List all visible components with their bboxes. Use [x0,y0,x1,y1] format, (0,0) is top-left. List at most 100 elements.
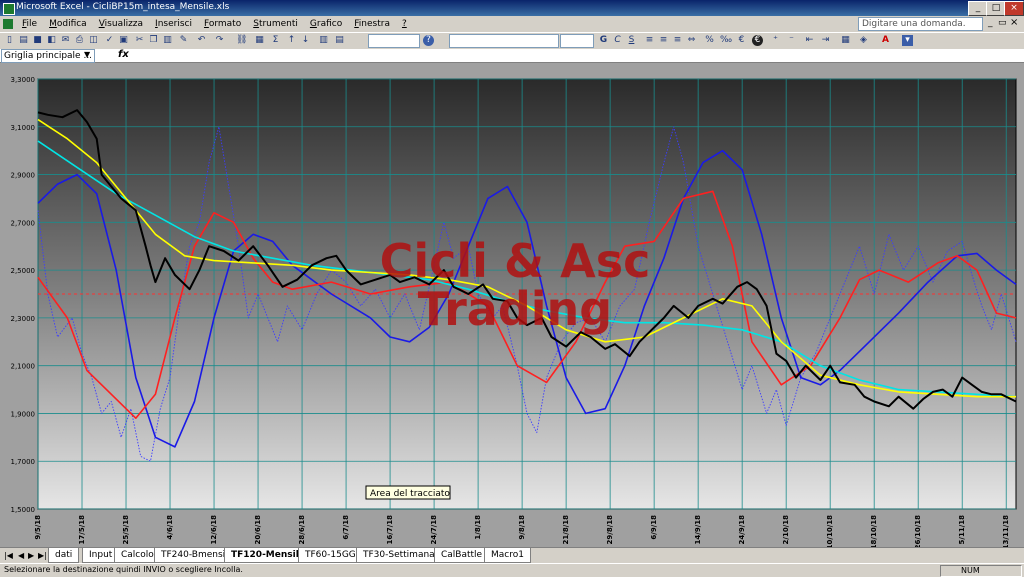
menu-item-key: G [309,19,317,29]
format-painter-icon[interactable]: ✎ [178,35,189,46]
sheet-tab-5[interactable]: TF60-15GG [298,548,363,563]
first-sheet-icon[interactable]: |◀ [4,551,13,560]
undo-icon[interactable]: ↶ [196,35,207,46]
name-box[interactable]: Griglia principale ... [1,49,95,63]
sheet-tab-0[interactable]: dati [48,548,80,563]
font-name-select[interactable] [449,34,559,48]
thousands-icon[interactable]: ‰ [720,35,732,46]
minimize-button[interactable]: _ [968,1,988,16]
menu-item-8[interactable]: ? [396,16,413,32]
print-icon[interactable]: ⎙ [74,35,85,46]
menu-item-6[interactable]: Grafico [304,16,348,32]
menu-item-2[interactable]: Visualizza [93,16,149,32]
percent-icon[interactable]: % [704,35,715,46]
hyperlink-icon[interactable]: ⛓ [236,35,247,46]
doc-minimize-icon[interactable]: _ [988,18,993,28]
toolbar-options-icon[interactable]: ▾ [902,35,913,46]
menu-item-1[interactable]: Modifica [43,16,93,32]
autosum-icon[interactable]: Σ [270,35,281,46]
line-chart[interactable]: 3,3000 3,1000 2,9000 2,7000 2,5000 2,3000 2,10… [0,63,1024,549]
copy-icon[interactable]: ❐ [148,35,159,46]
menu-item-label: inestra [358,19,390,29]
plot-area-tooltip: Area del tracciato [365,485,451,500]
menu-items: File Modifica Visualizza Inserisci Formato St… [16,16,413,32]
chart-type-icon[interactable]: ▥ [318,35,329,46]
x-tick-label: 26/10/18 [914,515,922,547]
menu-item-0[interactable]: File [16,16,43,32]
x-tick-label: 17/5/18 [78,515,86,545]
doc-restore-icon[interactable]: ▭ [998,18,1007,28]
underline-icon[interactable]: S [626,35,637,46]
fx-icon[interactable]: fx [118,49,129,60]
drawing-icon[interactable]: ▤ [334,35,345,46]
close-button[interactable]: × [1004,1,1024,16]
borders-icon[interactable]: ▦ [840,35,851,46]
email-icon[interactable]: ✉ [60,35,71,46]
help-question-input[interactable]: Digitare una domanda. [858,17,983,31]
permission-icon[interactable]: ◧ [46,35,57,46]
x-tick-label: 13/11/18 [1002,515,1010,547]
redo-icon[interactable]: ↷ [214,35,225,46]
y-tick-label: 2,1000 [11,363,36,371]
increase-indent-icon[interactable]: ⇥ [820,35,831,46]
last-sheet-icon[interactable]: ▶| [38,551,47,560]
x-tick-label: 21/8/18 [562,515,570,545]
menu-item-3[interactable]: Inserisci [149,16,198,32]
research-icon[interactable]: ▣ [118,35,129,46]
menu-item-5[interactable]: Strumenti [247,16,304,32]
y-tick-label: 1,5000 [11,506,36,514]
x-tick-label: 29/8/18 [606,515,614,545]
bold-icon[interactable]: G [598,35,609,46]
maximize-button[interactable]: □ [986,1,1006,16]
excel-app-icon [3,3,15,15]
help-icon[interactable]: ? [423,35,434,46]
open-icon[interactable]: ▤ [18,35,29,46]
sort-descending-icon[interactable]: ↓ [300,35,311,46]
next-sheet-icon[interactable]: ▶ [28,551,34,560]
x-tick-label: 10/10/18 [826,515,834,547]
euro-icon[interactable]: € [752,35,763,46]
menu-item-label: rafico [316,19,343,29]
spelling-icon[interactable]: ✓ [104,35,115,46]
save-icon[interactable]: ■ [32,35,43,46]
currency-icon[interactable]: € [736,35,747,46]
chart-area[interactable]: 3,3000 3,1000 2,9000 2,7000 2,5000 2,3000 2,10… [0,63,1024,549]
chart-wizard-icon[interactable]: ▦ [254,35,265,46]
doc-close-icon[interactable]: × [1010,17,1018,28]
increase-decimal-icon[interactable]: ⁺ [770,35,781,46]
decrease-decimal-icon[interactable]: ⁻ [786,35,797,46]
y-tick-label: 2,7000 [11,219,36,227]
font-color-icon[interactable]: A [880,35,891,46]
tooltip-text: Area del tracciato [370,489,450,499]
decrease-indent-icon[interactable]: ⇤ [804,35,815,46]
new-icon[interactable]: ▯ [4,35,15,46]
cut-icon[interactable]: ✂ [134,35,145,46]
fill-color-icon[interactable]: ◈ [858,35,869,46]
prev-sheet-icon[interactable]: ◀ [18,551,24,560]
y-tick-label: 2,9000 [11,172,36,180]
watermark-line-2: Trading [418,282,612,336]
x-tick-label: 5/11/18 [958,515,966,545]
sheet-tab-8[interactable]: Macro1 [484,548,531,563]
menu-bar: File Modifica Visualizza Inserisci Formato St… [0,16,1024,32]
sheet-tab-7[interactable]: CalBattle [434,548,490,563]
merge-center-icon[interactable]: ⇔ [686,35,697,46]
x-tick-label: 25/5/18 [122,515,130,545]
align-left-icon[interactable]: ≡ [644,35,655,46]
zoom-select[interactable] [368,34,420,48]
menu-item-4[interactable]: Formato [198,16,247,32]
sort-ascending-icon[interactable]: ↑ [286,35,297,46]
menu-item-7[interactable]: Finestra [348,16,396,32]
y-tick-label: 3,1000 [11,124,36,132]
print-preview-icon[interactable]: ◫ [88,35,99,46]
align-center-icon[interactable]: ≡ [658,35,669,46]
paste-icon[interactable]: ▥ [162,35,173,46]
y-tick-label: 1,9000 [11,410,36,418]
italic-icon[interactable]: C [612,35,623,46]
font-size-select[interactable] [560,34,594,48]
window-title: Microsoft Excel - CicliBP15m_intesa_Mens… [16,2,230,12]
y-tick-label: 2,5000 [11,267,36,275]
align-right-icon[interactable]: ≡ [672,35,683,46]
workbook-icon[interactable] [3,19,13,29]
name-box-dropdown-icon[interactable]: ▼ [84,50,90,59]
